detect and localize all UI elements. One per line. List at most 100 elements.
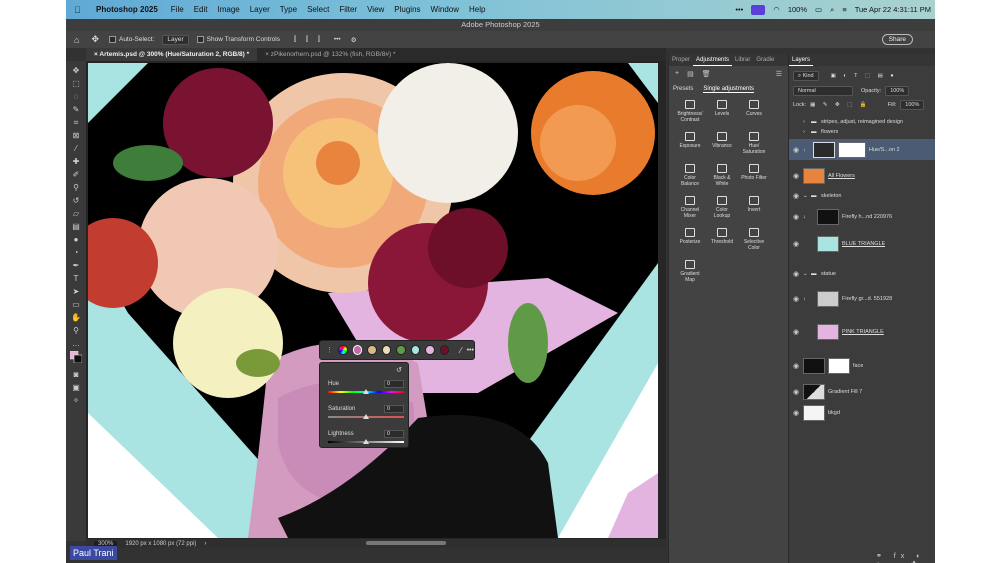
tab-properties[interactable]: Proper [669,54,693,66]
tab-single-adjustments[interactable]: Single adjustments [703,86,755,93]
swatch-purple[interactable] [352,345,363,355]
adj-vibrance[interactable]: Vibrance [707,131,737,161]
tab-artemis[interactable]: × Artemis.psd @ 300% (Hue/Saturation 2, … [86,48,258,61]
lightness-slider-knob[interactable] [363,439,369,444]
home-icon[interactable]: ⌂ [74,35,79,45]
adj-hue-saturation[interactable]: Hue/ Saturation [739,131,769,161]
tab-layers[interactable]: Layers [789,54,814,66]
more-tools-icon[interactable]: … [70,338,82,350]
chevron-down-icon[interactable]: ⌄ [803,193,811,199]
dodge-icon[interactable]: ◔ [70,247,82,259]
auto-select-dropdown[interactable]: Layer [162,34,189,45]
layer-row[interactable]: ◉ BLUE TRIANGLE [789,234,935,254]
eyedropper-icon[interactable]: ⁄ [460,346,461,355]
menu-select[interactable]: Select [307,5,329,14]
adj-threshold[interactable]: Threshold [707,227,737,257]
align-icons[interactable]: ⫿ ⫿ ⫿ [294,36,324,44]
swatch-green[interactable] [396,345,406,355]
color-swatch-icon[interactable] [69,350,83,363]
gradient-icon[interactable]: ▤ [70,221,82,233]
crop-icon[interactable]: ⌗ [70,117,82,129]
tab-presets[interactable]: Presets [673,86,693,93]
blur-icon[interactable]: ● [70,234,82,246]
visibility-icon[interactable]: ◉ [789,362,803,370]
adj-posterize[interactable]: Posterize [675,227,705,257]
eyedropper-icon[interactable]: ⁄ [70,143,82,155]
saturation-value[interactable]: 0 [384,405,404,413]
list-view-icon[interactable]: ☰ [776,70,782,78]
menu-window[interactable]: Window [431,5,459,14]
path-select-icon[interactable]: ➤ [70,286,82,298]
screen-mode-icon[interactable]: ▣ [70,382,82,394]
menu-filter[interactable]: Filter [339,5,357,14]
hue-slider-knob[interactable] [363,389,369,394]
quick-mask-icon[interactable]: ◙ [70,369,82,381]
move-icon[interactable]: ✥ [70,65,82,77]
layer-row[interactable]: ◉ ⌄ ▬ statue [789,267,935,280]
opacity-value[interactable]: 100% [885,86,910,96]
document-canvas[interactable] [88,63,658,538]
swatch-beige[interactable] [381,345,392,355]
visibility-icon[interactable]: ◉ [789,270,803,278]
transform-controls-checkbox[interactable]: Show Transform Controls [196,36,280,43]
hue-value[interactable]: 0 [384,380,404,388]
swatch-pink[interactable] [425,345,435,355]
lock-icons[interactable]: ▦ ✎ ✥ ⬚ 🔒 [810,102,870,108]
visibility-icon[interactable]: ◉ [789,409,803,417]
layer-row[interactable]: ◉ ⌄ ▬ skeleton [789,189,935,202]
frame-icon[interactable]: ⊠ [70,130,82,142]
menu-plugins[interactable]: Plugins [394,5,420,14]
adj-levels[interactable]: Levels [707,99,737,129]
status-arrow-icon[interactable]: › [204,541,206,547]
menu-help[interactable]: Help [469,5,485,14]
adj-color-lookup[interactable]: Color Lookup [707,195,737,225]
layer-row[interactable]: ◉ ↓ Firefly gr...d. 551928 [789,289,935,309]
swatch-tan[interactable] [367,345,377,355]
layer-row[interactable]: ◉ All Flowers [789,166,935,186]
visibility-icon[interactable]: ◉ [789,172,803,180]
chevron-down-icon[interactable]: ⌄ [803,271,811,277]
tab-zpikenorhern[interactable]: × zPikenorhern.psd @ 132% (fish, RGB/8#)… [257,48,403,61]
more-icon[interactable]: ••• [467,347,474,354]
filter-icons[interactable]: ▣ ◐ T ⬚ ▤ ● [831,73,897,79]
layer-row[interactable]: ◉ Gradient Fill 7 [789,382,935,402]
menu-view[interactable]: View [367,5,384,14]
brush-icon[interactable]: ✐ [70,169,82,181]
creative-cloud-icon[interactable] [751,4,766,15]
adj-exposure[interactable]: Exposure [675,131,705,161]
layers-icon[interactable]: ▤ [687,70,694,78]
adj-curves[interactable]: Curves [739,99,769,129]
generative-icon[interactable]: ✧ [70,395,82,407]
trash-icon[interactable]: 🗑 [702,70,711,78]
zoom-icon[interactable]: ⚲ [70,325,82,337]
visibility-icon[interactable]: ◉ [789,328,803,336]
tab-gradients[interactable]: Gradie [753,54,777,66]
adj-channel-mixer[interactable]: Channel Mixer [675,195,705,225]
visibility-icon[interactable]: ◉ [789,240,803,248]
lightness-value[interactable]: 0 [384,430,404,438]
move-tool-icon[interactable]: ✥ [91,34,99,45]
layer-row[interactable]: ◉ face [789,356,935,376]
adj-gradient-map[interactable]: Gradient Map [675,259,705,289]
auto-select-checkbox[interactable]: Auto-Select: [108,36,154,43]
apple-icon[interactable]:  [74,5,86,15]
marquee-icon[interactable]: ⬚ [70,78,82,90]
kind-filter-dropdown[interactable]: ⌕ Kind [793,71,819,81]
search-icon[interactable]: ⌕ [830,5,834,15]
app-menu[interactable]: Photoshop 2025 [96,5,158,14]
adj-photo-filter[interactable]: Photo Filter [739,163,769,193]
visibility-icon[interactable]: ◉ [789,295,803,303]
layer-row-selected[interactable]: ◉ ↓ Hue/S...on 2 [789,139,935,160]
layer-row[interactable]: ◉ PINK TRIANGLE [789,322,935,342]
menu-file[interactable]: File [171,5,184,14]
saturation-slider-knob[interactable] [363,414,369,419]
chevron-right-icon[interactable]: › [803,129,811,135]
swatch-aqua[interactable] [410,345,421,355]
healing-icon[interactable]: ✚ [70,156,82,168]
menu-edit[interactable]: Edit [194,5,208,14]
visibility-icon[interactable]: ◉ [789,213,803,221]
adj-brightness-contrast[interactable]: Brightness/ Contrast [675,99,705,129]
layers-bottom-toolbar[interactable]: ⚭ fx ◐ ◑ ▬ ✚ 🗑 [876,552,935,563]
lasso-icon[interactable]: ◌ [70,91,82,103]
horizontal-scrollbar[interactable] [366,541,446,545]
